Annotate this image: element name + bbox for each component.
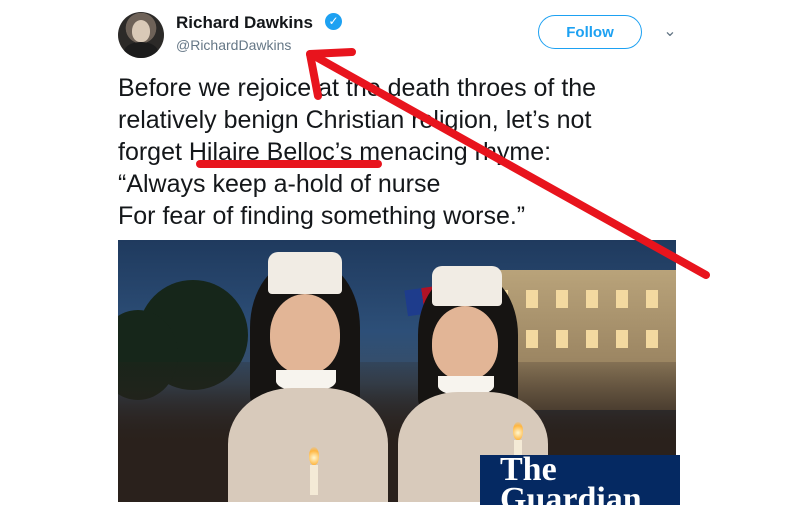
verified-badge-icon: ✓ (325, 13, 342, 30)
guardian-logo: The Guardian (500, 453, 670, 518)
avatar-shirt (124, 42, 158, 58)
red-underline (196, 160, 382, 168)
avatar[interactable] (118, 12, 164, 58)
tweet-text-line: For fear of finding something worse.” (118, 202, 526, 230)
avatar-face (132, 20, 150, 42)
guardian-logo-line: Guardian (500, 481, 642, 518)
tweet-text-line: “Always keep a-hold of nurse (118, 170, 441, 198)
tweet-text: Before we rejoice at the death throes of… (118, 72, 698, 232)
nun-left (198, 250, 398, 502)
author-name[interactable]: Richard Dawkins (176, 13, 313, 33)
tweet-text-line: Before we rejoice at the death throes of… (118, 74, 597, 102)
tweet-text-line: relatively benign Christian religion, le… (118, 106, 592, 134)
author-handle[interactable]: @RichardDawkins (176, 37, 291, 53)
follow-button[interactable]: Follow (538, 15, 642, 49)
chevron-down-icon[interactable]: ⌄ (660, 22, 680, 42)
